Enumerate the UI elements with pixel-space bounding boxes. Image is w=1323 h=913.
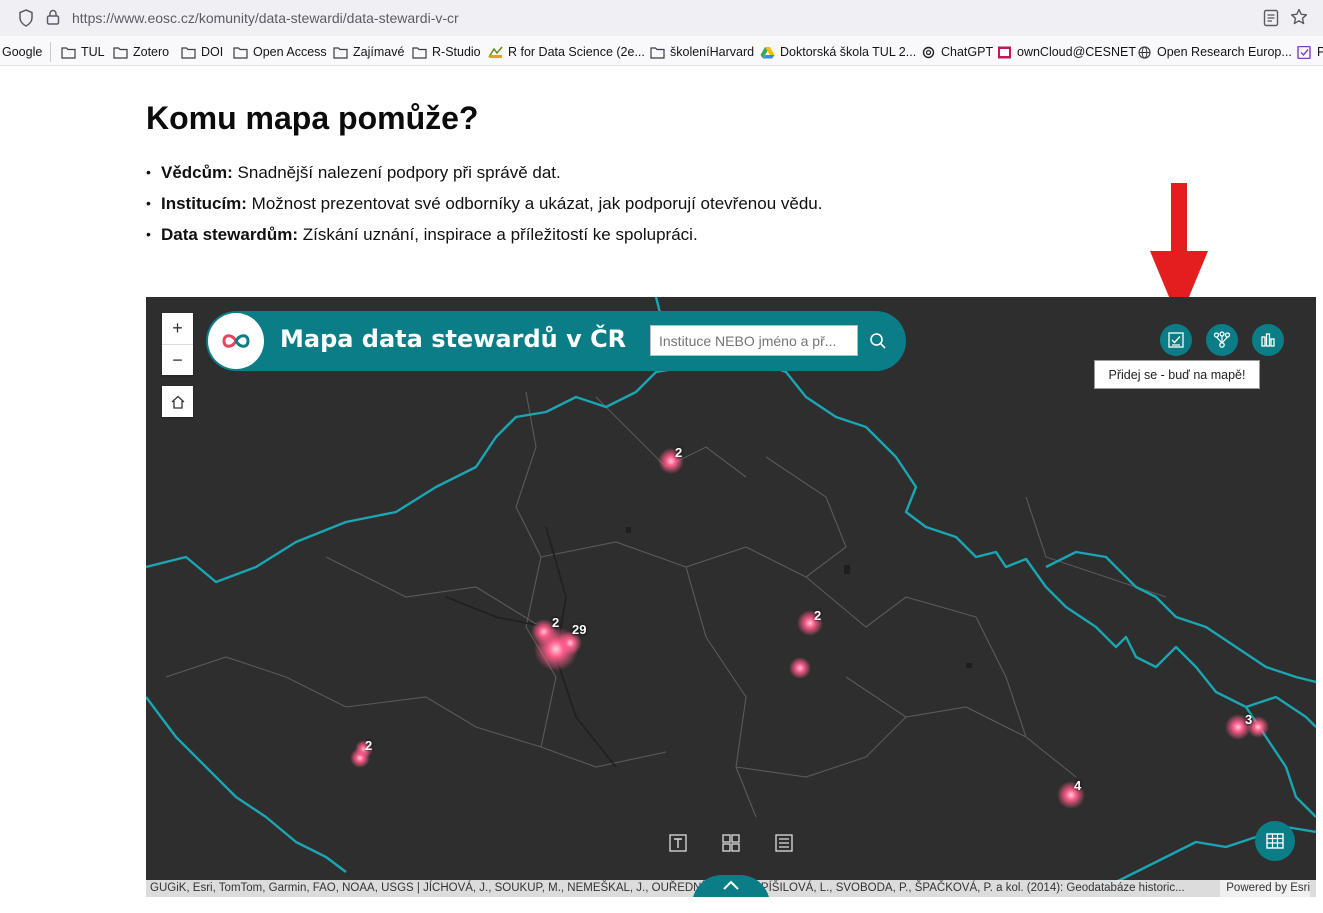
bookmark-doktorska-skola[interactable]: Doktorská škola TUL 2... [760,43,916,61]
bookmark-label: TUL [81,45,105,59]
bookmark-owncloud[interactable]: ownCloud@CESNET [997,43,1136,61]
list-item-text: Získání uznání, inspirace a příležitostí… [297,225,698,244]
bookmark-chatgpt[interactable]: ChatGPT [921,43,993,61]
cluster-count[interactable]: 2 [552,615,559,630]
bookmark-label: R for Data Science (2e... [508,45,645,59]
zoom-out-button[interactable]: − [162,344,193,375]
bookmark-tul[interactable]: TUL [61,43,105,61]
attribution-text: GUGiK, Esri, TomTom, Garmin, FAO, NOAA, … [150,882,1185,894]
chatgpt-icon [922,46,935,58]
bookmark-star-icon[interactable] [1290,8,1308,26]
zoom-in-button[interactable]: + [162,313,193,344]
folder-icon [333,46,348,59]
list-item-bold: Vědcům: [161,163,233,182]
google-drive-icon [760,46,775,58]
bookmark-label: DOI [201,45,224,59]
statistics-button[interactable] [1252,324,1284,356]
bookmark-google[interactable]: Google [2,43,42,61]
r4ds-icon [488,45,503,58]
search-input[interactable] [650,325,858,356]
network-button[interactable] [1206,324,1238,356]
lock-icon[interactable] [46,8,60,26]
list-item: Institucím: Možnost prezentovat své odbo… [146,193,822,224]
powered-by-esri[interactable]: Powered by Esri [1220,880,1310,897]
data-steward-logo [208,313,264,369]
list-item-text: Možnost prezentovat své odborníky a ukáz… [246,194,823,213]
grid-view-icon[interactable] [721,833,741,853]
cluster-count[interactable]: 3 [1245,712,1252,727]
list-view-icon[interactable] [774,833,794,853]
checklist-icon [1168,332,1184,348]
bookmark-label: Google [2,45,43,59]
infinity-logo-icon [222,334,250,348]
bookmark-label: Doktorská škola TUL 2... [780,45,917,59]
folder-icon [61,46,76,59]
folder-icon [650,46,665,59]
attribute-table-button[interactable] [1255,821,1295,861]
bookmark-label: ChatGPT [941,45,994,59]
bookmarks-bar: Google TUL Zotero DOI Open Access Zajíma… [0,36,1323,66]
folder-icon [412,46,427,59]
list-item-text: Snadnější nalezení podpory při správě da… [232,163,561,182]
list-item-bold: Data stewardům: [161,225,298,244]
benefits-list: Vědcům: Snadnější nalezení podpory při s… [146,162,822,255]
bookmark-r-studio[interactable]: R-Studio [412,43,481,61]
folder-icon [233,46,248,59]
list-item: Data stewardům: Získání uznání, inspirac… [146,224,822,255]
bookmark-r4ds[interactable]: R for Data Science (2e... [488,43,645,61]
search-icon [870,332,886,349]
bookmark-icon [1297,45,1311,59]
globe-icon [1138,45,1151,59]
cluster-count[interactable]: 4 [1074,778,1081,793]
bookmark-zajimave[interactable]: Zajímavé [333,43,404,61]
bookmark-open-access[interactable]: Open Access [233,43,327,61]
bookmark-label: ownCloud@CESNET [1017,45,1136,59]
home-button[interactable] [162,386,193,417]
reader-view-icon[interactable] [1263,9,1279,27]
search-button[interactable] [858,325,898,356]
network-icon [1213,331,1231,348]
bookmark-label: R-Studio [432,45,481,59]
bookmark-label: P [1317,45,1323,59]
shield-icon[interactable] [18,9,34,27]
folder-icon [113,46,128,59]
chevron-up-icon [723,880,739,890]
add-yourself-button[interactable] [1160,324,1192,356]
zoom-controls: + − [162,313,193,375]
bookmark-open-research-europe[interactable]: Open Research Europ... [1137,43,1292,61]
cluster-count[interactable]: 29 [572,622,586,637]
map-view[interactable]: 2 2 29 2 2 3 4 + − Mapa data stewardů v … [146,297,1316,897]
table-icon [1266,833,1284,849]
list-item: Vědcům: Snadnější nalezení podpory při s… [146,162,822,193]
bookmark-label: Zajímavé [353,45,405,59]
map-header: Mapa data stewardů v ČR [206,311,906,371]
bookmark-label: Zotero [133,45,170,59]
bookmark-label: školeníHarvard [670,45,755,59]
folder-icon [181,46,196,59]
page-heading: Komu mapa pomůže? [146,100,479,136]
cluster-count[interactable]: 2 [814,608,821,623]
bookmark-label: Open Access [253,45,327,59]
cluster-count[interactable]: 2 [365,738,372,753]
text-view-icon[interactable] [668,833,688,853]
bookmark-doi[interactable]: DOI [181,43,223,61]
owncloud-icon [998,46,1011,58]
cluster-count[interactable]: 2 [675,445,682,460]
browser-url-bar: https://www.eosc.cz/komunity/data-stewar… [0,0,1323,36]
add-yourself-tooltip: Přidej se - buď na mapě! [1094,360,1260,389]
list-item-bold: Institucím: [161,194,247,213]
bookmark-p[interactable]: P [1297,43,1323,61]
bookmark-separator [50,42,51,62]
bar-chart-icon [1261,333,1275,347]
url-text[interactable]: https://www.eosc.cz/komunity/data-stewar… [72,10,459,26]
bookmark-label: Open Research Europ... [1157,45,1292,59]
home-icon [171,395,184,409]
bookmark-skoleni-harvard[interactable]: školeníHarvard [650,43,754,61]
bookmark-zotero[interactable]: Zotero [113,43,169,61]
map-title: Mapa data stewardů v ČR [280,325,627,353]
